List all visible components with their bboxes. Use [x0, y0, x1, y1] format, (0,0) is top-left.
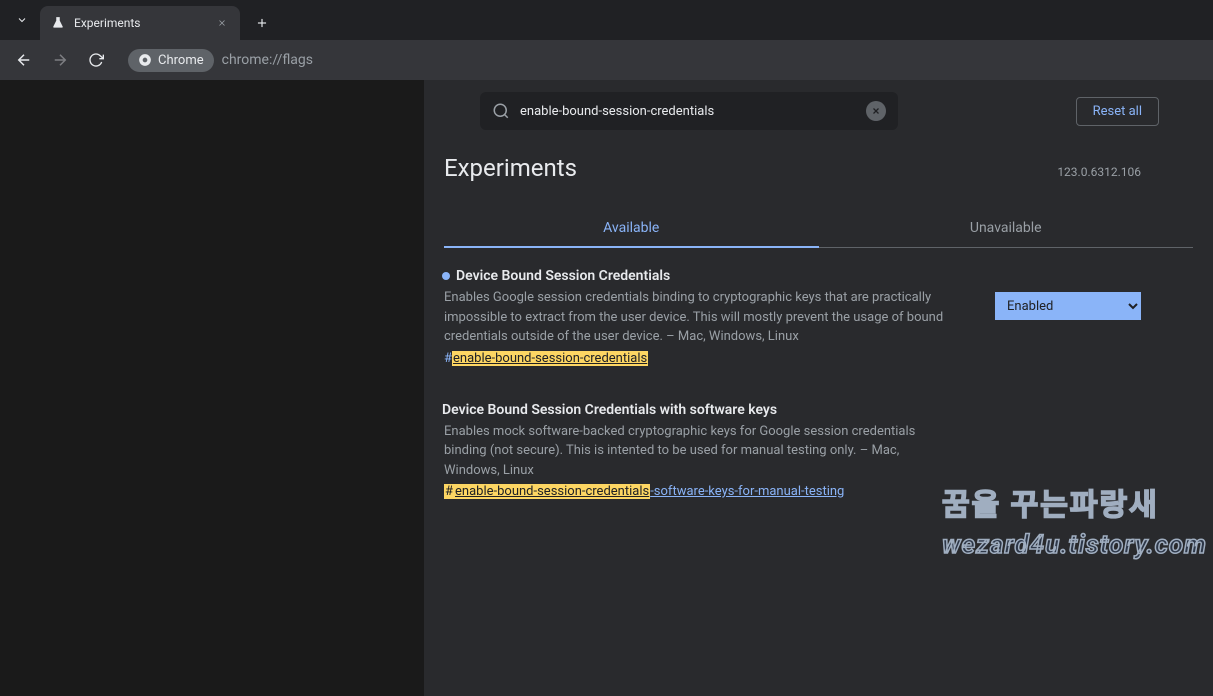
tab-available[interactable]: Available	[444, 210, 819, 248]
flag-title-row: Device Bound Session Credentials	[442, 268, 955, 284]
chrome-icon	[138, 53, 152, 67]
search-icon	[492, 102, 510, 120]
flag-entry: Device Bound Session Credentials Enables…	[432, 268, 1141, 366]
arrow-left-icon	[15, 51, 33, 69]
flag-hash: #enable-bound-session-credentials-softwa…	[444, 484, 955, 499]
browser-toolbar: Chrome chrome://flags	[0, 40, 1213, 80]
hash-sign: #	[444, 351, 452, 366]
reload-button[interactable]	[80, 44, 112, 76]
address-bar[interactable]: Chrome chrome://flags	[128, 49, 313, 72]
flag-anchor-rest[interactable]: -software-keys-for-manual-testing	[650, 484, 844, 499]
flag-body: Device Bound Session Credentials with so…	[442, 402, 955, 500]
content-area: Reset all Experiments 123.0.6312.106 Ava…	[0, 80, 1213, 696]
main-panel: Reset all Experiments 123.0.6312.106 Ava…	[424, 80, 1213, 696]
flag-state-select[interactable]: Enabled	[995, 292, 1141, 320]
flag-body: Device Bound Session Credentials Enables…	[442, 268, 955, 366]
tab-search-dropdown[interactable]	[8, 6, 36, 34]
flag-description: Enables mock software-backed cryptograph…	[444, 422, 955, 481]
arrow-right-icon	[51, 51, 69, 69]
flag-title: Device Bound Session Credentials	[456, 268, 670, 284]
flag-entry: Device Bound Session Credentials with so…	[432, 402, 1141, 500]
version-label: 123.0.6312.106	[1057, 165, 1141, 179]
tabs-row: Available Unavailable	[424, 210, 1213, 248]
flag-anchor-link[interactable]: enable-bound-session-credentials	[452, 351, 648, 366]
tab-bar: Experiments	[0, 0, 1213, 40]
plus-icon	[255, 16, 269, 30]
watermark-line2: wezard4u.tistory.com	[942, 530, 1207, 560]
tab-title: Experiments	[74, 16, 214, 30]
flag-title: Device Bound Session Credentials with so…	[442, 402, 777, 418]
flag-description: Enables Google session credentials bindi…	[444, 288, 955, 347]
modified-indicator	[442, 272, 450, 280]
flag-anchor-link[interactable]: enable-bound-session-credentials	[454, 484, 650, 499]
browser-tab[interactable]: Experiments	[40, 6, 240, 40]
search-row: Reset all	[424, 80, 1213, 142]
tab-unavailable[interactable]: Unavailable	[819, 210, 1194, 248]
flags-list: Device Bound Session Credentials Enables…	[424, 248, 1213, 499]
forward-button[interactable]	[44, 44, 76, 76]
new-tab-button[interactable]	[248, 9, 276, 37]
close-icon	[871, 106, 881, 116]
page-title-row: Experiments 123.0.6312.106	[424, 142, 1213, 182]
flag-title-row: Device Bound Session Credentials with so…	[442, 402, 955, 418]
url-text: chrome://flags	[222, 52, 313, 68]
flask-icon	[50, 15, 66, 31]
reset-all-button[interactable]: Reset all	[1076, 97, 1159, 126]
chevron-down-icon	[16, 14, 28, 26]
chrome-badge: Chrome	[128, 49, 214, 72]
page-title: Experiments	[444, 154, 577, 182]
search-input[interactable]	[520, 104, 856, 119]
search-box	[480, 92, 898, 130]
flag-hash: #enable-bound-session-credentials	[444, 351, 955, 366]
left-gutter	[0, 80, 424, 696]
chrome-badge-text: Chrome	[158, 53, 204, 68]
back-button[interactable]	[8, 44, 40, 76]
close-icon[interactable]	[214, 15, 230, 31]
reload-icon	[88, 52, 104, 68]
hash-sign: #	[444, 484, 454, 499]
clear-search-button[interactable]	[866, 101, 886, 121]
